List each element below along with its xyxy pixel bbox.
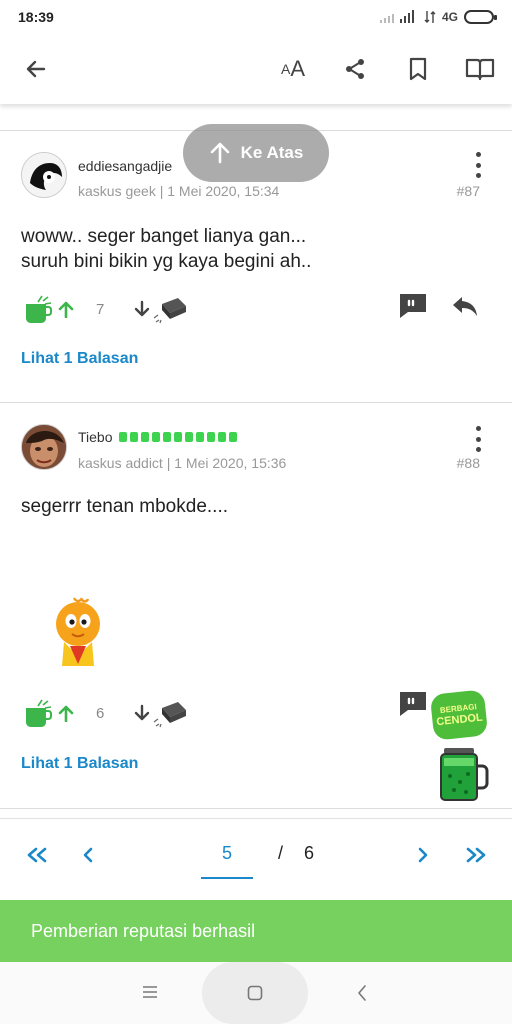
post-number: #88	[456, 455, 480, 471]
downvote-button[interactable]	[134, 296, 188, 329]
scroll-to-top-label: Ke Atas	[240, 143, 304, 162]
quote-button[interactable]	[398, 292, 428, 325]
chevron-left-icon	[358, 985, 366, 1001]
cendol-button[interactable]	[24, 698, 52, 733]
current-page-underline	[201, 877, 253, 879]
avatar-image	[22, 425, 66, 469]
back-nav-button[interactable]	[356, 984, 368, 1007]
chevron-left-icon	[83, 847, 93, 863]
smiley-emoticon-image	[56, 597, 100, 666]
cendol-button[interactable]	[24, 294, 52, 329]
share-cendol-button[interactable]: BERBAGI CENDOL	[429, 689, 489, 741]
cendol-glass-icon	[26, 699, 52, 727]
share-button[interactable]	[338, 52, 372, 86]
data-transfer-icon	[424, 11, 436, 23]
quote-button[interactable]	[398, 690, 428, 723]
book-open-icon	[465, 58, 495, 81]
cendol-jar-icon	[438, 746, 490, 807]
quote-icon	[400, 294, 426, 318]
screen: 18:39 4G AA Ke Atas eddiesangadjie kasku…	[0, 0, 512, 1024]
cendol-count: 6	[96, 705, 105, 722]
cendol-count: 7	[96, 301, 105, 318]
page-separator: /	[278, 843, 284, 863]
bata-brick-icon	[134, 702, 186, 728]
text-size-icon-large: A	[290, 56, 306, 81]
post-meta: kaskus addict | 1 Mei 2020, 15:36	[78, 455, 287, 471]
post-username[interactable]: eddiesangadjie	[78, 158, 172, 174]
post-88: Tiebo kaskus addict | 1 Mei 2020, 15:36 …	[0, 402, 512, 808]
cendol-jar-image	[440, 748, 489, 801]
post-body-line: woww.. seger banget lianya gan...	[21, 226, 307, 247]
kaskus-emoticon	[52, 594, 104, 673]
pagination-bar: 5 / 6	[0, 818, 512, 900]
last-page-button[interactable]	[465, 847, 487, 868]
app-bar: AA	[0, 34, 512, 104]
post-number: #87	[456, 183, 480, 199]
bookmark-icon	[409, 57, 427, 81]
battery-icon	[464, 10, 497, 24]
divider	[0, 808, 512, 809]
arrow-up-icon	[210, 142, 229, 164]
bata-brick-icon	[134, 298, 186, 324]
post-meta: kaskus geek | 1 Mei 2020, 15:34	[78, 183, 280, 199]
cendol-glass-icon	[26, 295, 52, 323]
text-size-button[interactable]: AA	[275, 52, 311, 86]
double-chevron-right-icon	[466, 847, 486, 863]
upvote-button[interactable]	[58, 704, 74, 727]
toast-text: Pemberian reputasi berhasil	[31, 920, 256, 941]
next-page-button[interactable]	[417, 847, 429, 868]
downvote-button[interactable]	[134, 700, 188, 733]
total-pages: 6	[304, 843, 315, 863]
post-menu-button[interactable]	[474, 152, 482, 178]
upvote-button[interactable]	[58, 300, 74, 323]
text-size-icon: A	[280, 61, 291, 77]
home-button[interactable]	[202, 962, 308, 1024]
recents-button[interactable]	[142, 985, 158, 1004]
view-replies-link[interactable]: Lihat 1 Balasan	[21, 755, 138, 773]
reply-icon	[453, 297, 477, 316]
square-home-icon	[247, 985, 263, 1001]
first-page-button[interactable]	[26, 847, 48, 868]
scroll-to-top-button[interactable]: Ke Atas	[183, 124, 329, 182]
avatar[interactable]	[21, 424, 67, 470]
view-replies-link[interactable]: Lihat 1 Balasan	[21, 350, 138, 368]
status-bar: 18:39 4G	[0, 0, 512, 34]
reply-button[interactable]	[451, 294, 479, 323]
post-menu-button[interactable]	[474, 426, 482, 452]
double-chevron-left-icon	[27, 847, 47, 863]
toast-message: Pemberian reputasi berhasil	[0, 900, 512, 962]
post-actions: 7	[0, 290, 512, 330]
prev-page-button[interactable]	[82, 847, 94, 868]
post-user-row: Tiebo	[78, 429, 237, 445]
current-page-input[interactable]: 5	[201, 843, 253, 864]
status-time: 18:39	[18, 9, 54, 25]
back-button[interactable]	[19, 52, 53, 86]
signal-icon	[379, 10, 414, 23]
post-body-line: segerrr tenan mbokde....	[21, 496, 228, 517]
arrow-up-icon	[58, 705, 74, 723]
avatar[interactable]	[21, 152, 67, 198]
menu-lines-icon	[143, 986, 157, 998]
avatar-image	[22, 153, 66, 197]
system-nav-bar	[0, 962, 512, 1024]
share-icon	[346, 59, 364, 79]
network-type: 4G	[441, 10, 458, 24]
reader-mode-button[interactable]	[463, 52, 497, 86]
quote-icon	[400, 692, 426, 716]
post-username[interactable]: Tiebo	[78, 429, 113, 445]
post-body: segerrr tenan mbokde....	[21, 494, 228, 519]
arrow-up-icon	[58, 301, 74, 319]
chevron-right-icon	[418, 847, 428, 863]
arrow-left-icon	[26, 60, 46, 78]
post-body: woww.. seger banget lianya gan... suruh …	[21, 224, 311, 274]
status-icons: 4G	[378, 10, 497, 24]
reputation-bar	[118, 432, 237, 442]
bookmark-button[interactable]	[401, 52, 435, 86]
post-body-line: suruh bini bikin yg kaya begini ah..	[21, 251, 312, 272]
